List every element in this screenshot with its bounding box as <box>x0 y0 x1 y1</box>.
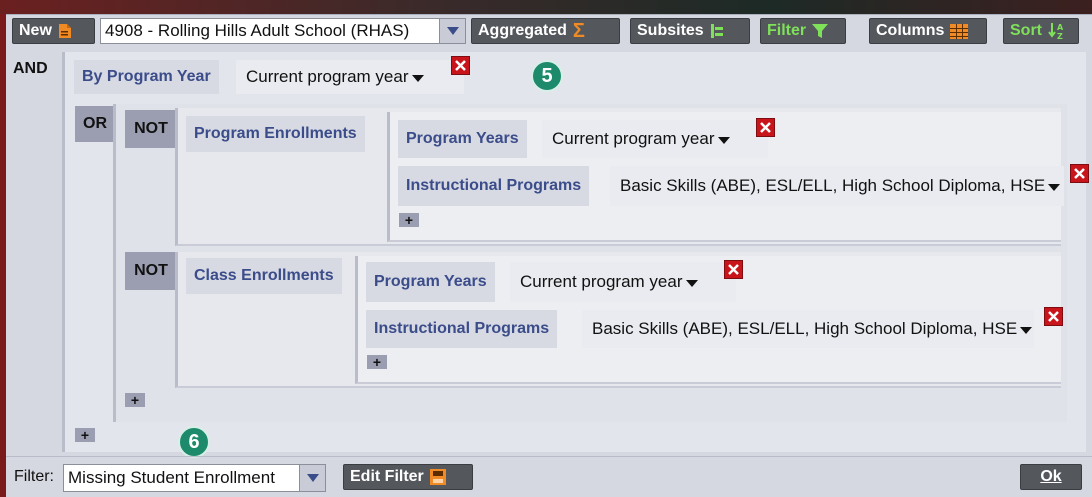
by-program-year-label: By Program Year <box>74 60 219 94</box>
condition-label-program-years-1: Program Years <box>398 120 527 158</box>
condition-select-instructional-programs-2[interactable]: Basic Skills (ABE), ESL/ELL, High School… <box>582 310 1034 348</box>
sort-button-label: Sort <box>1010 22 1042 39</box>
by-program-year-select[interactable]: Current program year <box>236 60 464 94</box>
not-logic-label-1[interactable]: NOT <box>125 110 177 148</box>
table-icon <box>950 23 969 39</box>
school-select-value: 4908 - Rolling Hills Adult School (RHAS) <box>105 21 410 40</box>
school-select[interactable]: 4908 - Rolling Hills Adult School (RHAS) <box>100 18 466 44</box>
add-and-item-button[interactable]: + <box>75 428 95 442</box>
svg-text:Z: Z <box>1057 32 1063 40</box>
by-program-year-value: Current program year <box>246 67 409 86</box>
condition-label-instructional-programs-1: Instructional Programs <box>398 166 590 206</box>
remove-instructional-programs-2-button[interactable] <box>1044 307 1063 326</box>
aggregated-button[interactable]: Aggregated Σ <box>471 18 620 44</box>
add-condition-button-2[interactable]: + <box>367 355 387 369</box>
sort-button[interactable]: Sort AZ <box>1003 18 1079 44</box>
tree-icon <box>710 23 724 39</box>
close-icon <box>1048 311 1059 322</box>
new-button[interactable]: New <box>12 18 95 44</box>
sigma-icon: Σ <box>572 19 585 42</box>
caret-down-icon <box>1048 183 1061 191</box>
columns-button-label: Columns <box>876 22 945 39</box>
edit-filter-button[interactable]: Edit Filter <box>343 464 473 490</box>
sort-az-icon: AZ <box>1048 22 1066 40</box>
new-button-label: New <box>19 22 52 39</box>
window-top-border <box>0 0 1092 14</box>
aggregated-button-label: Aggregated <box>478 22 567 39</box>
close-icon <box>1074 168 1085 179</box>
filter-button[interactable]: Filter <box>760 18 846 44</box>
ok-button[interactable]: Ok <box>1020 464 1082 490</box>
funnel-icon <box>812 23 829 39</box>
close-icon <box>455 60 466 71</box>
caret-down-icon <box>1020 326 1033 334</box>
remove-by-program-year-button[interactable] <box>451 56 470 75</box>
not-logic-label-2[interactable]: NOT <box>125 252 177 290</box>
add-condition-button-1[interactable]: + <box>399 213 419 227</box>
filter-label: Filter: <box>14 468 54 485</box>
document-icon <box>58 23 72 39</box>
condition-label-program-years-2: Program Years <box>366 262 495 302</box>
caret-down-icon <box>717 136 730 144</box>
condition-select-program-years-2[interactable]: Current program year <box>510 262 736 302</box>
toolbar: New 4908 - Rolling Hills Adult School (R… <box>6 18 1086 44</box>
remove-program-years-2-button[interactable] <box>724 260 743 279</box>
filter-button-label: Filter <box>767 22 807 39</box>
close-icon <box>760 122 771 133</box>
condition-value-instructional-programs-2: Basic Skills (ABE), ESL/ELL, High School… <box>592 319 1018 338</box>
chevron-down-icon[interactable] <box>439 19 465 43</box>
subsites-button[interactable]: Subsites <box>630 18 750 44</box>
close-icon <box>728 264 739 275</box>
save-icon <box>429 469 446 485</box>
svg-text:A: A <box>1057 23 1064 32</box>
step-badge-5: 5 <box>531 60 563 92</box>
group-title-class-enrollments: Class Enrollments <box>186 258 342 294</box>
or-logic-label[interactable]: OR <box>75 106 115 142</box>
filter-select[interactable]: Missing Student Enrollment <box>63 464 326 492</box>
remove-program-years-1-button[interactable] <box>756 118 775 137</box>
divider <box>6 456 1092 457</box>
group-title-program-enrollments: Program Enrollments <box>186 116 365 152</box>
columns-button[interactable]: Columns <box>869 18 987 44</box>
edit-filter-button-label: Edit Filter <box>350 468 424 485</box>
chevron-down-icon[interactable] <box>299 465 325 491</box>
caret-down-icon <box>685 279 698 287</box>
condition-select-instructional-programs-1[interactable]: Basic Skills (ABE), ESL/ELL, High School… <box>610 166 1064 206</box>
condition-value-instructional-programs-1: Basic Skills (ABE), ESL/ELL, High School… <box>620 176 1046 195</box>
condition-value-program-years-2: Current program year <box>520 272 683 291</box>
remove-instructional-programs-1-button[interactable] <box>1070 164 1089 183</box>
caret-down-icon <box>411 74 424 82</box>
filter-select-value: Missing Student Enrollment <box>68 468 275 487</box>
step-badge-6: 6 <box>178 426 210 458</box>
condition-select-program-years-1[interactable]: Current program year <box>542 120 768 158</box>
subsites-button-label: Subsites <box>637 22 704 39</box>
add-or-item-button[interactable]: + <box>125 393 145 407</box>
condition-value-program-years-1: Current program year <box>552 129 715 148</box>
root-logic-label: AND <box>13 60 48 77</box>
condition-label-instructional-programs-2: Instructional Programs <box>366 310 558 348</box>
